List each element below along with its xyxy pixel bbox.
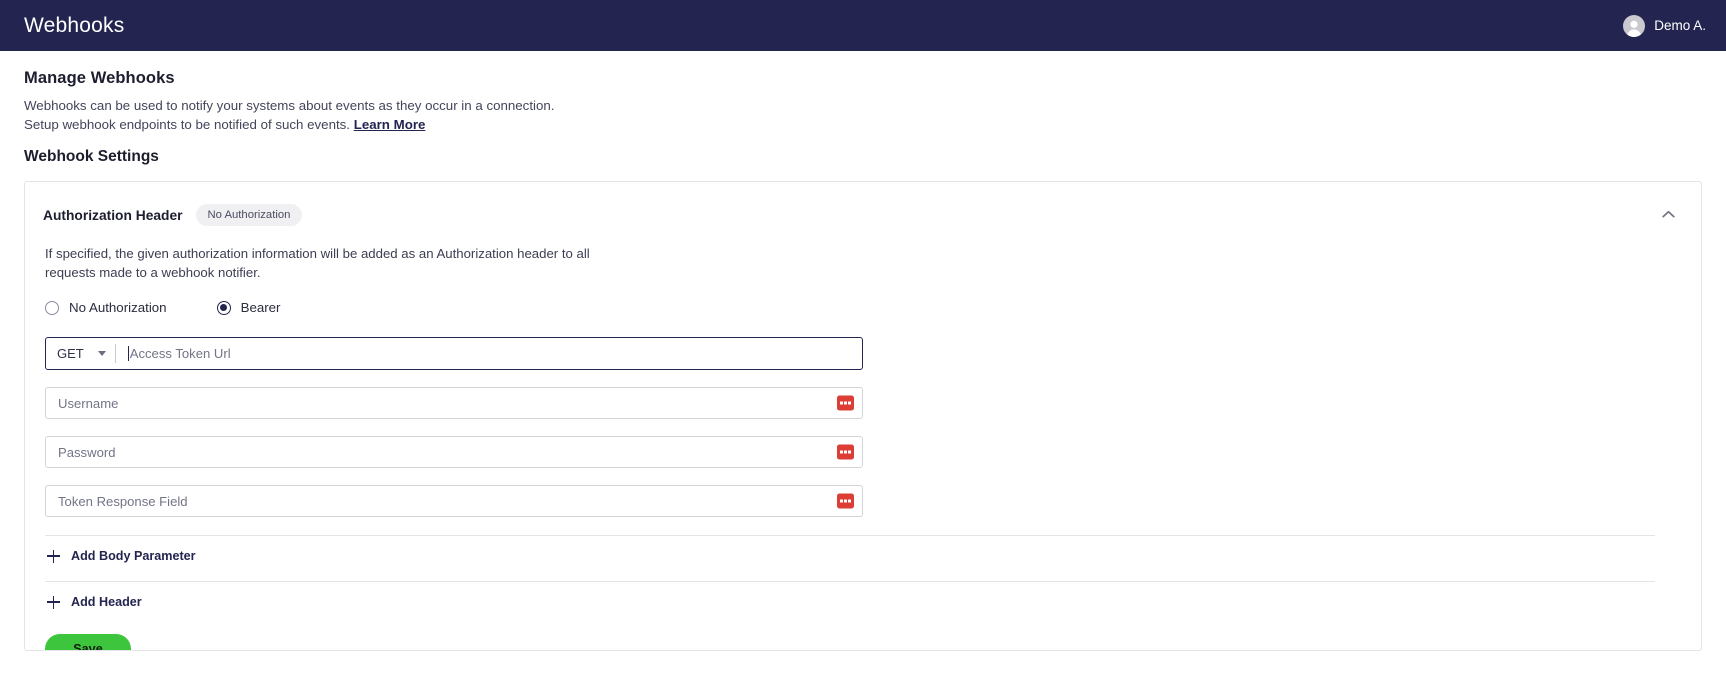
card-title: Authorization Header [43,207,183,223]
section-title: Webhook Settings [24,148,159,165]
radio-indicator-bearer [216,300,231,315]
add-body-parameter-label: Add Body Parameter [71,549,196,563]
access-token-url-row: GET [45,337,863,370]
http-method-dropdown[interactable]: GET [46,338,115,369]
add-header-button[interactable]: Add Header [47,595,142,609]
collapse-card-button[interactable] [1657,204,1679,226]
password-manager-icon[interactable] [837,395,854,411]
save-button[interactable]: Save [45,634,131,650]
card-header-row: Authorization Header No Authorization [43,204,1679,226]
password-input[interactable] [46,437,862,467]
password-manager-icon[interactable] [837,493,854,509]
password-row [45,436,863,468]
app-title: Webhooks [24,13,125,37]
page-description-line-1: Webhooks can be used to notify your syst… [24,98,555,113]
user-menu[interactable]: Demo A. [1623,14,1706,37]
user-name-label: Demo A. [1654,18,1706,33]
learn-more-link[interactable]: Learn More [354,117,426,132]
card-description: If specified, the given authorization in… [45,246,590,280]
page-content: Manage Webhooks Webhooks can be used to … [0,51,1726,651]
username-input[interactable] [46,388,862,418]
authorization-header-card: Authorization Header No Authorization If… [24,181,1702,651]
radio-label-bearer: Bearer [240,300,281,315]
field-divider [114,344,116,363]
radio-bearer[interactable]: Bearer [216,300,281,315]
chevron-up-icon [1661,206,1675,224]
page-description-line-2: Setup webhook endpoints to be notified o… [24,117,351,132]
authorization-type-radio-group: No Authorization Bearer [45,300,1679,315]
radio-indicator-no-authorization [45,300,59,315]
plus-icon [47,549,60,563]
page-description: Webhooks can be used to notify your syst… [24,96,1702,134]
token-response-field-input[interactable] [46,486,862,516]
http-method-value: GET [57,346,84,361]
user-avatar-icon [1623,14,1646,37]
radio-no-authorization[interactable]: No Authorization [45,300,167,315]
status-badge: No Authorization [195,204,303,226]
card-header-left: Authorization Header No Authorization [43,204,303,226]
token-response-field-row [45,485,863,517]
divider [45,535,1655,536]
add-body-parameter-button[interactable]: Add Body Parameter [47,549,196,563]
username-row [45,387,863,419]
access-token-url-input[interactable] [128,338,862,369]
password-manager-icon[interactable] [837,444,854,460]
top-navigation-bar: Webhooks Demo A. [0,0,1726,51]
radio-label-no-authorization: No Authorization [69,300,167,315]
chevron-down-icon [97,351,106,356]
page-title: Manage Webhooks [24,69,175,87]
plus-icon [47,595,60,609]
add-header-label: Add Header [71,595,142,609]
divider [45,581,1655,582]
